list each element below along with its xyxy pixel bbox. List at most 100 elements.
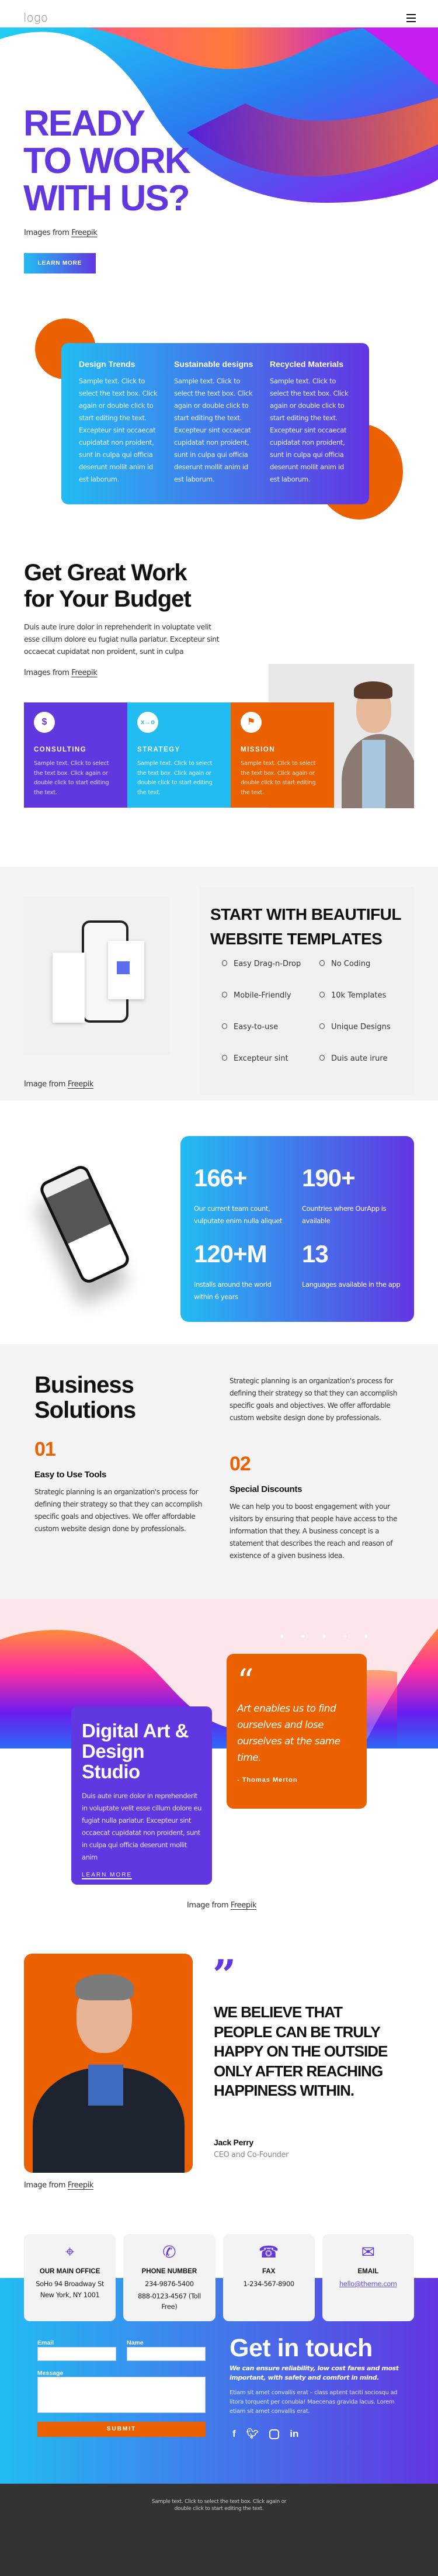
service-text: Sample text. Click to select the text bo…	[34, 760, 109, 796]
logo[interactable]: logo	[23, 11, 48, 25]
hero-title-line: WITH US?	[23, 178, 190, 219]
hero-title: READY TO WORK WITH US?	[23, 105, 190, 217]
stat: 166+ Our current team count, vulputate en…	[194, 1164, 290, 1227]
credit-prefix: Image from	[24, 2181, 66, 2190]
stats-card: 166+ Our current team count, vulputate en…	[180, 1136, 414, 1322]
stat: 120+M Installs around the world within 6 …	[194, 1240, 290, 1303]
business-title-line: Solutions	[34, 1397, 136, 1423]
item-text: We can help you to boost engagement with…	[230, 1502, 398, 1560]
linkedin-icon[interactable]: in	[290, 2428, 298, 2440]
submit-button[interactable]: SUBMIT	[37, 2422, 206, 2437]
studio-learn-more-link[interactable]: LEARN MORE	[82, 1872, 133, 1879]
service-card-mission: ⚑ MISSION Sample text. Click to select t…	[231, 702, 334, 808]
item-title: Special Discounts	[230, 1484, 303, 1494]
circle-icon	[222, 1055, 227, 1061]
item-title: Easy to Use Tools	[34, 1470, 106, 1480]
service-text: Sample text. Click to select the text bo…	[137, 760, 213, 796]
freepik-link[interactable]: Freepik	[71, 669, 98, 677]
circle-icon	[222, 1023, 227, 1029]
list-item-label: Easy-to-use	[234, 1023, 279, 1031]
credit-prefix: Image from	[24, 1080, 66, 1089]
freepik-link[interactable]: Freepik	[68, 1080, 94, 1089]
studio-title-line: Design	[82, 1740, 145, 1762]
contact-line: 1-234-567-8900	[243, 2280, 294, 2288]
contact-card-office: ⌖ OUR MAIN OFFICE SoHo 94 Broadway St Ne…	[24, 2234, 116, 2321]
list-item-label: 10k Templates	[331, 991, 387, 1000]
business-item: 01 Easy to Use Tools Strategic planning …	[34, 1438, 204, 1535]
credit-prefix: Images from	[24, 228, 69, 237]
contact-line: New York, NY 1001	[40, 2291, 100, 2299]
templates-panel: START WITH BEAUTIFUL WEBSITE TEMPLATES Ea…	[200, 887, 414, 1095]
stat-text: Countries where OurApp is available	[302, 1204, 387, 1225]
testimonial-name: Jack Perry	[214, 2138, 253, 2147]
location-pin-icon: ⌖	[65, 2242, 75, 2260]
studio-text: Duis aute irure dolor in reprehenderit i…	[82, 1792, 201, 1861]
footer-text: Sample text. Click to select the text bo…	[151, 2499, 287, 2512]
studio-title: Digital Art & Design Studio	[82, 1720, 201, 1782]
list-item-label: Unique Designs	[331, 1023, 391, 1031]
freepik-link[interactable]: Freepik	[231, 1901, 257, 1910]
templates-credit: Image from Freepik	[24, 1080, 93, 1089]
feature-column: Design Trends Sample text. Click to selec…	[79, 359, 164, 486]
service-title: MISSION	[241, 746, 276, 753]
feature-column: Recycled Materials Sample text. Click to …	[270, 359, 354, 486]
quote-mark-icon: ”	[213, 1951, 237, 1999]
credit-prefix: Image from	[187, 1901, 229, 1910]
feature-text: Sample text. Click to select the text bo…	[270, 377, 349, 483]
strategy-icon: x→o	[137, 712, 158, 733]
phone-image	[37, 1162, 132, 1286]
hero-credit: Images from Freepik	[24, 228, 98, 237]
email-input[interactable]	[37, 2347, 116, 2361]
twitter-icon[interactable]: 🐦︎	[246, 2428, 259, 2440]
name-input[interactable]	[127, 2347, 206, 2361]
contact-title: OUR MAIN OFFICE	[39, 2268, 100, 2275]
testimonial-quote: WE BELIEVE THAT PEOPLE CAN BE TRULY HAPP…	[214, 2003, 388, 2099]
stat-text: Languages available in the app	[302, 1280, 401, 1289]
feature-list: Easy Drag-n-Drop No Coding Mobile-Friend…	[222, 960, 409, 1063]
service-card-consulting: $ CONSULTING Sample text. Click to selec…	[24, 702, 127, 808]
freepik-link[interactable]: Freepik	[68, 2181, 94, 2190]
instagram-icon[interactable]	[269, 2429, 280, 2439]
testimonial-credit: Image from Freepik	[24, 2181, 93, 2190]
stat: 13 Languages available in the app	[302, 1240, 410, 1291]
stat: 190+ Countries where OurApp is available	[302, 1164, 401, 1227]
learn-more-button[interactable]: LEARN MORE	[24, 253, 96, 273]
templates-title-line: WEBSITE TEMPLATES	[210, 930, 383, 948]
list-item: No Coding	[319, 960, 407, 968]
list-item: Mobile-Friendly	[222, 991, 319, 1000]
circle-icon	[319, 1055, 325, 1061]
contact-title: PHONE NUMBER	[141, 2268, 197, 2275]
list-item: Excepteur sint	[222, 1054, 319, 1063]
name-label: Name	[127, 2339, 144, 2346]
features-card: Design Trends Sample text. Click to selec…	[61, 343, 369, 504]
freepik-link[interactable]: Freepik	[71, 228, 98, 237]
credit-prefix: Images from	[24, 669, 69, 677]
studio-title-line: Studio	[82, 1761, 140, 1782]
business-item: 02 Special Discounts We can help you to …	[230, 1453, 399, 1562]
feature-title: Sustainable designs	[174, 359, 253, 369]
feature-title: Recycled Materials	[270, 359, 344, 369]
phones-mockup-image	[23, 897, 169, 1055]
list-item-label: No Coding	[331, 960, 371, 968]
templates-title-line: START WITH BEAUTIFUL	[210, 905, 401, 923]
feature-text: Sample text. Click to select the text bo…	[174, 377, 253, 483]
list-item: 10k Templates	[319, 991, 407, 1000]
hamburger-icon[interactable]	[406, 14, 416, 22]
stat-value: 190+	[302, 1164, 356, 1192]
email-link[interactable]: hello@theme.com	[322, 2280, 414, 2288]
studio-card: Digital Art & Design Studio Duis aute irur…	[71, 1706, 212, 1885]
circle-icon	[222, 960, 227, 966]
contact-card-email: ✉ EMAIL hello@theme.com	[322, 2234, 414, 2321]
list-item-label: Duis aute irure	[331, 1054, 388, 1063]
contact-text: Etiam sit amet convallis erat – class ap…	[230, 2390, 398, 2415]
circle-icon	[319, 960, 325, 966]
contact-cards: ⌖ OUR MAIN OFFICE SoHo 94 Broadway St Ne…	[24, 2234, 414, 2321]
message-textarea[interactable]	[37, 2377, 206, 2413]
message-label: Message	[37, 2370, 64, 2377]
quote-text: Art enables us to find ourselves and los…	[237, 1703, 340, 1764]
contact-line: SoHo 94 Broadway St	[36, 2280, 105, 2288]
feature-column: Sustainable designs Sample text. Click to…	[174, 359, 259, 486]
facebook-icon[interactable]: f	[232, 2428, 236, 2440]
list-item: Duis aute irure	[319, 1054, 407, 1063]
hero-title-line: TO WORK	[23, 141, 190, 181]
